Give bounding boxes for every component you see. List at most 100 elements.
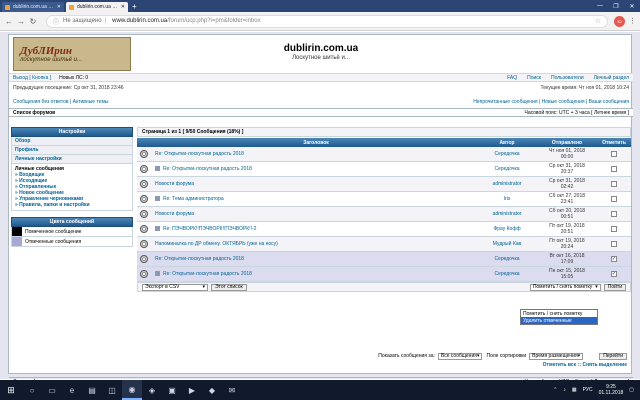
- network-icon[interactable]: ▦: [572, 387, 577, 393]
- topic-icon: [140, 210, 148, 218]
- maximize-button[interactable]: ❐: [608, 0, 624, 12]
- message-author-link[interactable]: Середочка: [494, 166, 519, 172]
- explorer-icon[interactable]: ▤: [82, 380, 102, 400]
- mark-checkbox[interactable]: [611, 241, 617, 247]
- mark-checkbox[interactable]: [611, 166, 617, 172]
- message-subject-link[interactable]: Re: Открытки-лоскутная радость 2018: [155, 256, 244, 262]
- address-bar-row: ← → ↻ ⓘ Не защищено | www.dublirin.com.u…: [0, 12, 640, 31]
- message-date: Ср окт 31, 2018 20:37: [549, 163, 585, 175]
- dropdown-option[interactable]: Пометить / снять пометку: [521, 310, 597, 317]
- go-button[interactable]: Пойти: [603, 283, 626, 291]
- mark-checkbox[interactable]: ✓: [611, 256, 617, 262]
- app-icon[interactable]: ◈: [142, 380, 162, 400]
- new-pm-link[interactable]: Новых ЛС: 0: [59, 75, 88, 81]
- legend-label: Помеченное сообщение: [25, 228, 82, 235]
- mark-checkbox[interactable]: [611, 211, 617, 217]
- bookmark-star-icon[interactable]: ☆: [595, 17, 601, 25]
- favicon-icon: [69, 4, 74, 10]
- language-indicator[interactable]: РУС: [583, 387, 593, 393]
- action-select[interactable]: Пометить / снять пометку ▾: [529, 283, 601, 291]
- new-posts-links[interactable]: Непрочитанные сообщения | Новые сообщени…: [473, 99, 629, 105]
- dropdown-option[interactable]: Удалить отмеченные: [521, 317, 597, 324]
- table-header: Заголовок Автор Отправлено Отметить: [137, 138, 631, 147]
- clock[interactable]: 9:25 01.11.2018: [599, 384, 624, 396]
- message-subject-link[interactable]: Re: Открытки-лоскутная радость 2018: [163, 166, 252, 172]
- message-subject-link[interactable]: Re: Тема администратора: [163, 196, 224, 202]
- app-icon[interactable]: ✉: [222, 380, 242, 400]
- message-subject-link[interactable]: Re: Открытки-лоскутная радость 2018: [155, 151, 244, 157]
- message-subject-link[interactable]: Новости форума: [155, 181, 194, 187]
- notifications-icon[interactable]: ▢: [629, 387, 634, 393]
- search-icon[interactable]: ○: [22, 380, 42, 400]
- sidebar-item-prefs[interactable]: Личные настройки: [11, 155, 133, 164]
- members-link[interactable]: Пользователи: [551, 75, 584, 81]
- message-subject-link[interactable]: Re: ПЭЧВОРК!!ПЭЧВОРК!!ПЭЧВОРК!!-2: [163, 226, 256, 232]
- show-select[interactable]: Все сообщения ▾: [437, 352, 483, 360]
- mark-all-link[interactable]: Отметить все :: Снять выделение: [543, 362, 627, 368]
- forum-index-link[interactable]: Список форумов: [13, 110, 55, 116]
- task-view-icon[interactable]: ▭: [42, 380, 62, 400]
- forward-icon[interactable]: →: [16, 17, 26, 26]
- message-author-link[interactable]: administrator: [493, 181, 522, 187]
- windows-start-icon[interactable]: ⊞: [0, 380, 22, 400]
- profile-avatar[interactable]: Ю: [614, 15, 625, 27]
- message-author-link[interactable]: Середочка: [494, 256, 519, 262]
- table-row: Re: Открытки-лоскутная радость 2018 Серед…: [137, 147, 631, 162]
- export-select[interactable]: Экспорт в CSV ▾: [142, 283, 208, 291]
- ucp-link[interactable]: Личный раздел: [594, 75, 629, 81]
- close-tab-icon[interactable]: ✕: [57, 4, 61, 10]
- search-link[interactable]: Поиск: [527, 75, 541, 81]
- browser-menu-icon[interactable]: ⋮: [629, 17, 636, 25]
- message-author-link[interactable]: Середочка: [494, 151, 519, 157]
- message-list: Re: Открытки-лоскутная радость 2018 Серед…: [137, 147, 631, 282]
- sidebar-item-profile[interactable]: Профиль: [11, 146, 133, 155]
- browser-tab-label: dublirin.com.ua • Просмотр тем: [13, 4, 55, 10]
- reload-icon[interactable]: ↻: [28, 17, 38, 26]
- store-icon[interactable]: ◫: [102, 380, 122, 400]
- sort-select[interactable]: Время размещения ▾: [529, 352, 584, 360]
- volume-icon[interactable]: ♪: [563, 387, 566, 393]
- back-icon[interactable]: ←: [4, 17, 14, 26]
- sidebar-item-options[interactable]: » Правила, папки и настройки: [15, 202, 129, 208]
- attachment-icon: [155, 166, 160, 172]
- mark-checkbox[interactable]: [611, 151, 617, 157]
- mark-checkbox[interactable]: [611, 181, 617, 187]
- browser-tab[interactable]: dublirin.com.ua • Просмотр тем ✕: [2, 2, 64, 12]
- sort-go-button[interactable]: Перейти: [599, 352, 627, 360]
- export-button[interactable]: Этот список: [211, 283, 247, 291]
- close-tab-icon[interactable]: ✕: [121, 4, 125, 10]
- mark-checkbox[interactable]: [611, 196, 617, 202]
- unanswered-links[interactable]: Сообщения без ответов | Активные темы: [13, 99, 109, 105]
- topic-icon: [140, 255, 148, 263]
- message-subject-link[interactable]: Новости форума: [155, 211, 194, 217]
- media-icon[interactable]: ▶: [182, 380, 202, 400]
- new-tab-button[interactable]: +: [132, 2, 137, 12]
- message-author-link[interactable]: administrator: [493, 211, 522, 217]
- message-author-link[interactable]: Iris: [504, 196, 511, 202]
- message-author-link[interactable]: Фрау Кофф: [493, 226, 520, 232]
- sidebar-item-overview[interactable]: Обзор: [11, 137, 133, 146]
- sort-label: Поле сортировки: [486, 353, 527, 359]
- close-window-button[interactable]: ✕: [624, 0, 640, 12]
- info-icon[interactable]: ⓘ: [53, 17, 59, 26]
- browser-tab-active[interactable]: dublirin.com.ua • Личный раздел ✕: [66, 2, 128, 12]
- faq-link[interactable]: FAQ: [507, 75, 517, 81]
- url-input[interactable]: ⓘ Не защищено | www.dublirin.com.ua /for…: [46, 14, 608, 28]
- edge-icon[interactable]: e: [62, 380, 82, 400]
- mark-checkbox[interactable]: [611, 226, 617, 232]
- mark-checkbox[interactable]: ✓: [611, 271, 617, 277]
- chrome-icon[interactable]: ◉: [122, 380, 142, 400]
- message-author-link[interactable]: Середочка: [494, 271, 519, 277]
- taskbar: ⊞ ○ ▭ e ▤ ◫ ◉ ◈ ▣ ▶ ◆ ✉ ⌃ ♪ ▦ РУС 9:25 0…: [0, 380, 640, 400]
- message-author-link[interactable]: Мудрый Кав: [493, 241, 521, 247]
- photos-icon[interactable]: ▣: [162, 380, 182, 400]
- message-subject-link[interactable]: Напоминалка по ДР обмену. ОКТЯБРЬ (уже н…: [155, 241, 278, 247]
- action-dropdown: Пометить / снять пометку Удалить отмеченн…: [520, 309, 598, 325]
- logout-link[interactable]: Выход [ Кнопка ]: [13, 75, 51, 81]
- browser-tab-strip: dublirin.com.ua • Просмотр тем ✕ dubliri…: [0, 0, 640, 12]
- minimize-button[interactable]: —: [592, 0, 608, 12]
- tray-up-icon[interactable]: ⌃: [553, 387, 557, 393]
- message-subject-link[interactable]: Re: Открытки-лоскутная радость 2018: [163, 271, 252, 277]
- app-icon[interactable]: ◆: [202, 380, 222, 400]
- attachment-icon: [155, 196, 160, 202]
